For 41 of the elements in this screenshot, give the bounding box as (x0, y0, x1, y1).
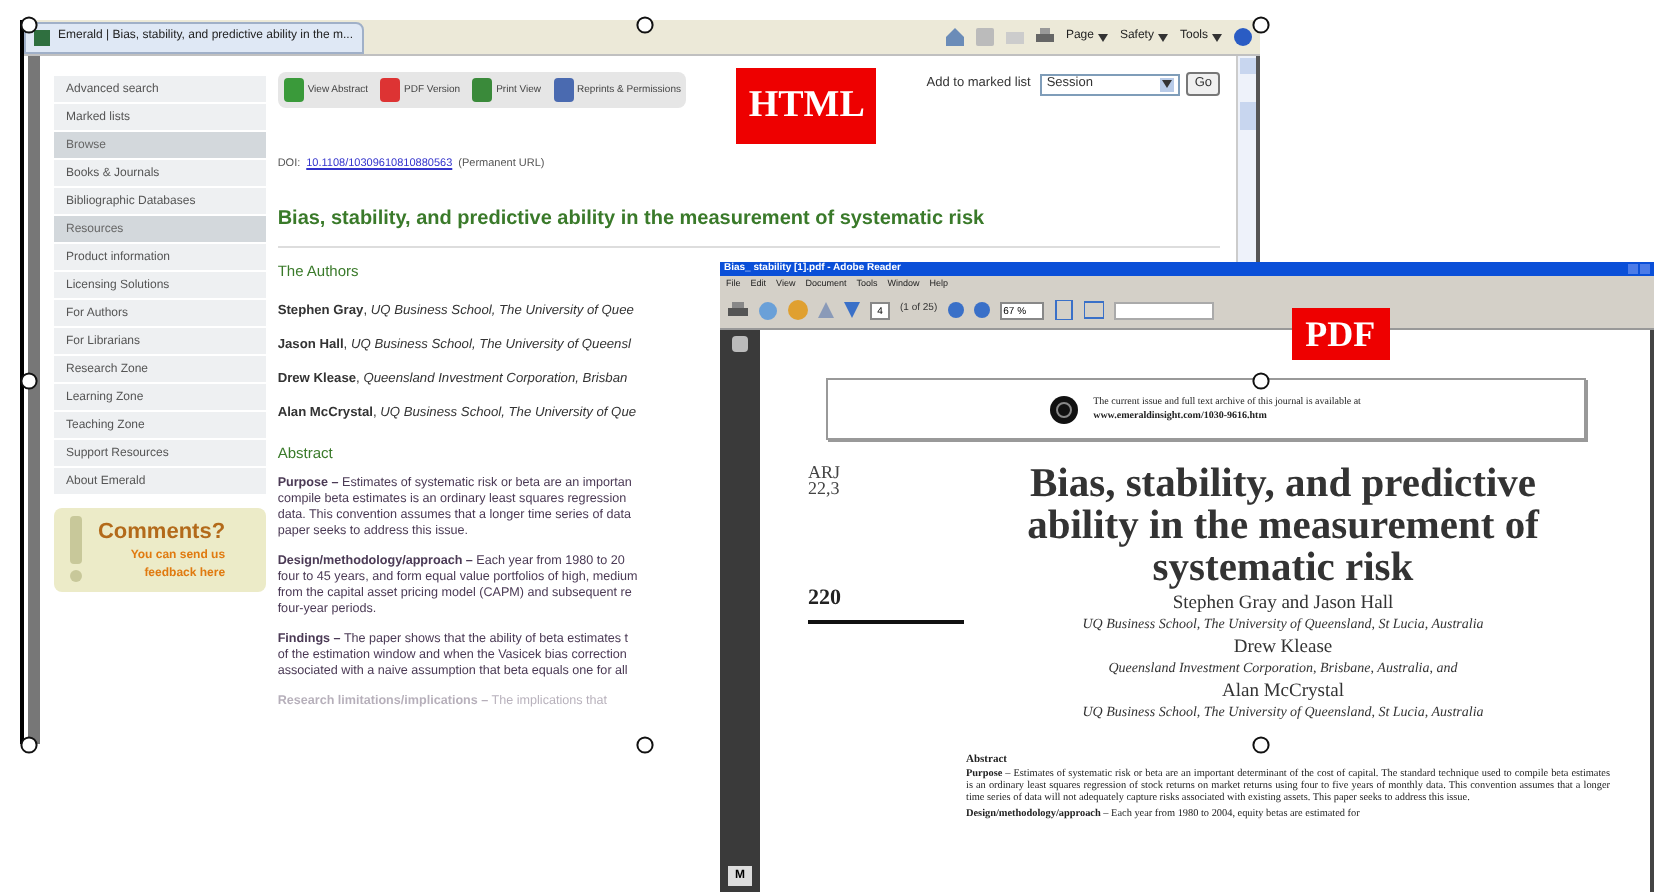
caret-icon (1212, 33, 1222, 41)
selection-handle-icon[interactable] (636, 736, 654, 754)
down-arrow-icon[interactable] (844, 302, 860, 318)
author-name: Drew Klease (1233, 638, 1333, 660)
selection-handle-icon[interactable] (1252, 372, 1270, 390)
selection-handle-icon[interactable] (20, 372, 38, 390)
document-title: ability in the measurement of (1027, 506, 1539, 548)
search-field[interactable] (1113, 301, 1214, 319)
help-icon[interactable] (1234, 28, 1252, 46)
caret-icon (1162, 80, 1173, 88)
author-name: Stephen Gray and Jason Hall (1172, 594, 1394, 616)
article-title: Bias, stability, and predictive ability in the measurement of systematic risk (277, 206, 985, 235)
selection-handle-icon[interactable] (20, 16, 38, 34)
selection-handle-icon[interactable] (636, 16, 654, 34)
author-name: Alan McCrystal (1222, 682, 1344, 704)
journal-ref: 22,3 (808, 480, 842, 496)
document-title: systematic risk (1152, 548, 1414, 590)
page-icon (34, 29, 50, 45)
pages-icon[interactable] (732, 336, 748, 352)
page-number: 220 (808, 586, 841, 610)
document-icon (553, 78, 574, 102)
print-icon[interactable] (728, 301, 748, 319)
caret-icon (1157, 33, 1168, 41)
document-icon (472, 78, 493, 102)
pdf-label: PDF (1291, 308, 1390, 360)
journal-ref: ARJ (808, 464, 843, 480)
selection-handle-icon[interactable] (1252, 16, 1270, 34)
html-label: HTML (736, 68, 877, 144)
emblem-icon (1049, 395, 1078, 423)
print-icon[interactable] (1035, 28, 1054, 46)
document-icon (380, 78, 401, 102)
selection-handle-icon[interactable] (1252, 736, 1270, 754)
fit-width-icon[interactable] (1083, 300, 1104, 320)
scrollbar[interactable] (1236, 56, 1256, 264)
up-arrow-icon[interactable] (818, 302, 834, 318)
comments-title: Comments? (97, 517, 226, 548)
caret-icon (1097, 33, 1108, 41)
document-title: Bias, stability, and predictive (1029, 464, 1537, 506)
fit-page-icon[interactable] (1053, 300, 1074, 320)
document-icon (283, 78, 304, 102)
selection-handle-icon[interactable] (20, 736, 38, 754)
